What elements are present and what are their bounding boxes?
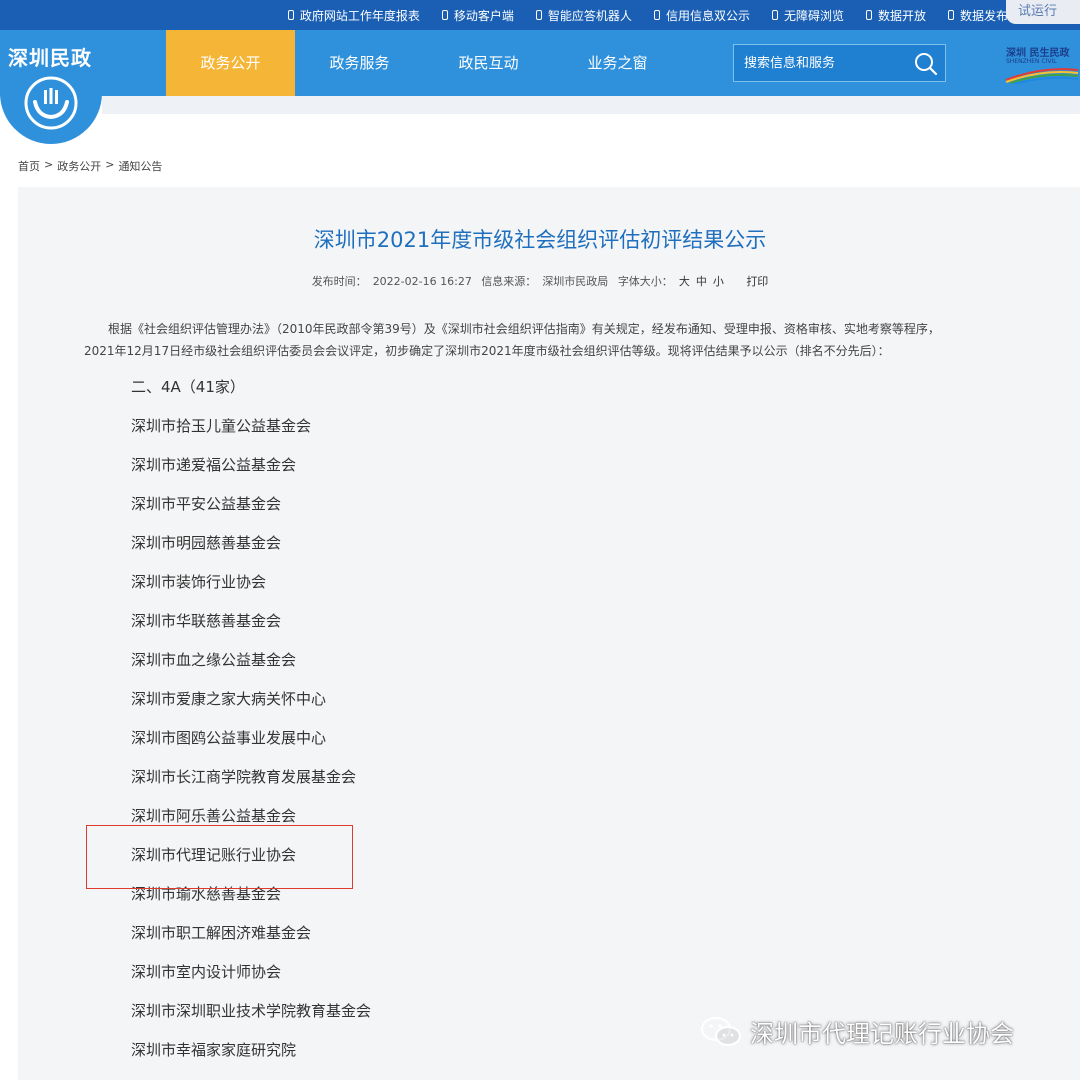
list-item: 深圳市深圳职业技术学院教育基金会 bbox=[131, 1002, 372, 1020]
main-nav: 政务公开 政务服务 政民互动 业务之窗 bbox=[166, 30, 682, 96]
utility-link-label: 智能应答机器人 bbox=[547, 8, 632, 23]
list-item: 深圳市室内设计师协会 bbox=[131, 963, 282, 981]
search-input[interactable] bbox=[734, 45, 910, 81]
wechat-icon bbox=[700, 1016, 742, 1046]
nav-interaction[interactable]: 政民互动 bbox=[424, 30, 553, 96]
highlight-annotation-box bbox=[86, 825, 353, 889]
list-item: 深圳市递爱福公益基金会 bbox=[131, 456, 297, 474]
list-item: 深圳市明园慈善基金会 bbox=[131, 534, 282, 552]
utility-link-robot[interactable]: 智能应答机器人 bbox=[535, 7, 632, 24]
top-utility-bar: 政府网站工作年度报表 移动客户端 智能应答机器人 信用信息双公示 无障碍浏览 数… bbox=[0, 0, 1080, 30]
article-meta: 发布时间： 2022-02-16 16:27 信息来源： 深圳市民政局 字体大小： 大… bbox=[0, 273, 1080, 289]
list-item: 深圳市拾玉儿童公益基金会 bbox=[131, 417, 312, 435]
list-item: 深圳市血之缘公益基金会 bbox=[131, 651, 297, 669]
intro-line-2: 2021年12月17日经市级社会组织评估委员会会议评定，初步确定了深圳市2021… bbox=[84, 344, 890, 358]
nav-gov-affairs-open[interactable]: 政务公开 bbox=[166, 30, 295, 96]
utility-link-data-release[interactable]: 数据发布 bbox=[947, 7, 1008, 24]
list-item: 深圳市华联慈善基金会 bbox=[131, 612, 282, 630]
list-item: 深圳市图鸥公益事业发展中心 bbox=[131, 729, 327, 747]
source-value: 深圳市民政局 bbox=[542, 275, 609, 288]
shenzhen-brand-logo[interactable]: 深圳 民生民政 SHENZHEN CIVIL bbox=[1002, 40, 1080, 86]
publish-time: 2022-02-16 16:27 bbox=[372, 275, 472, 288]
utility-link-label: 数据发布 bbox=[959, 8, 1008, 23]
utility-link-label: 无障碍浏览 bbox=[783, 8, 844, 23]
breadcrumb-separator: > bbox=[44, 158, 54, 171]
list-item: 深圳市长江商学院教育发展基金会 bbox=[131, 768, 357, 786]
search-icon[interactable] bbox=[913, 51, 939, 77]
watermark-text: 深圳市代理记账行业协会 bbox=[750, 1020, 1014, 1048]
breadcrumb: 首页 > 政务公开 > 通知公告 bbox=[18, 158, 162, 174]
font-size-medium[interactable]: 中 bbox=[696, 275, 707, 288]
source-label: 信息来源： bbox=[481, 275, 537, 288]
breadcrumb-notices[interactable]: 通知公告 bbox=[118, 158, 162, 174]
civil-affairs-emblem-icon bbox=[24, 76, 78, 130]
search-box bbox=[733, 44, 946, 82]
nav-business-window[interactable]: 业务之窗 bbox=[553, 30, 682, 96]
font-size-large[interactable]: 大 bbox=[679, 275, 690, 288]
nav-gov-services[interactable]: 政务服务 bbox=[295, 30, 424, 96]
release-icon bbox=[947, 10, 954, 20]
print-link[interactable]: 打印 bbox=[746, 275, 768, 288]
utility-link-open-data[interactable]: 数据开放 bbox=[865, 7, 926, 24]
font-size-label: 字体大小： bbox=[617, 275, 673, 288]
font-size-small[interactable]: 小 bbox=[713, 275, 724, 288]
breadcrumb-separator: > bbox=[105, 158, 115, 171]
document-icon bbox=[287, 10, 294, 20]
site-logo-text[interactable]: 深圳民政 bbox=[8, 42, 92, 71]
breadcrumb-gov-affairs[interactable]: 政务公开 bbox=[57, 158, 101, 174]
utility-link-annual-report[interactable]: 政府网站工作年度报表 bbox=[287, 7, 420, 24]
header-shadow-band bbox=[102, 96, 1080, 114]
breadcrumb-home[interactable]: 首页 bbox=[18, 158, 40, 174]
intro-line-1: 根据《社会组织评估管理办法》（2010年民政部令第39号）及《深圳市社会组织评估… bbox=[108, 322, 940, 336]
publish-time-label: 发布时间： bbox=[311, 275, 367, 288]
utility-link-label: 移动客户端 bbox=[453, 8, 514, 23]
utility-link-label: 政府网站工作年度报表 bbox=[299, 8, 420, 23]
accessibility-icon bbox=[771, 10, 778, 20]
section-heading: 二、4A（41家） bbox=[131, 378, 245, 396]
utility-link-credit[interactable]: 信用信息双公示 bbox=[653, 7, 750, 24]
utility-link-accessibility[interactable]: 无障碍浏览 bbox=[771, 7, 844, 24]
trial-badge[interactable]: 试运行 bbox=[1006, 0, 1080, 24]
utility-links: 政府网站工作年度报表 移动客户端 智能应答机器人 信用信息双公示 无障碍浏览 数… bbox=[287, 0, 1008, 30]
utility-link-mobile-client[interactable]: 移动客户端 bbox=[441, 7, 514, 24]
phone-icon bbox=[441, 10, 448, 20]
article-title: 深圳市2021年度市级社会组织评估初评结果公示 bbox=[313, 228, 767, 252]
rainbow-swoosh-icon bbox=[1005, 68, 1079, 84]
data-icon bbox=[865, 10, 872, 20]
list-item: 深圳市职工解困济难基金会 bbox=[131, 924, 312, 942]
list-item: 深圳市爱康之家大病关怀中心 bbox=[131, 690, 327, 708]
article-intro: 根据《社会组织评估管理办法》（2010年民政部令第39号）及《深圳市社会组织评估… bbox=[84, 318, 1014, 362]
utility-link-label: 数据开放 bbox=[877, 8, 926, 23]
brand-logo-text: 深圳 民生民政 bbox=[1006, 48, 1070, 59]
org-list: 二、4A（41家） 深圳市拾玉儿童公益基金会 深圳市递爱福公益基金会 深圳市平安… bbox=[131, 376, 731, 1078]
credit-icon bbox=[653, 10, 660, 20]
list-item: 深圳市装饰行业协会 bbox=[131, 573, 267, 591]
utility-link-label: 信用信息双公示 bbox=[665, 8, 750, 23]
robot-icon bbox=[535, 10, 542, 20]
wechat-watermark: 深圳市代理记账行业协会 bbox=[700, 1014, 1014, 1049]
list-item: 深圳市平安公益基金会 bbox=[131, 495, 282, 513]
list-item: 深圳市幸福家家庭研究院 bbox=[131, 1041, 297, 1059]
